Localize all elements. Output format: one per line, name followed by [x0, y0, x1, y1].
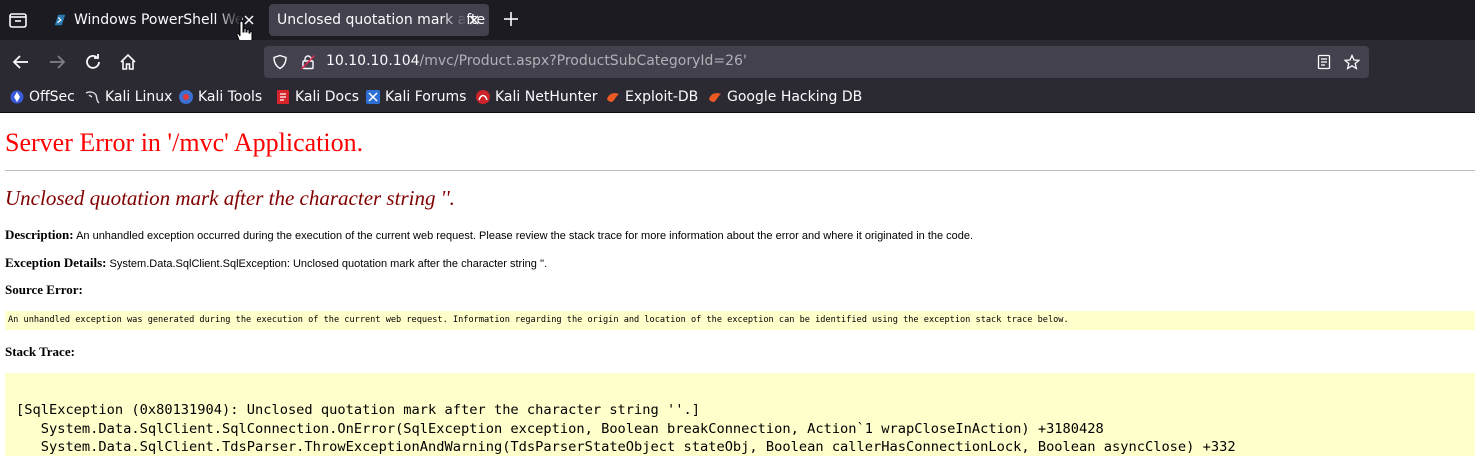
description-label: Description: — [5, 227, 74, 242]
exception-label: Exception Details: — [5, 255, 107, 270]
bookmark-kali-nethunter[interactable]: Kali NetHunter — [475, 89, 597, 105]
description-text: An unhandled exception occurred during t… — [76, 230, 974, 242]
url-host: 10.10.10.104 — [326, 53, 420, 69]
bookmark-kali-docs[interactable]: Kali Docs — [275, 89, 359, 105]
exception-text: System.Data.SqlClient.SqlException: Uncl… — [109, 258, 548, 270]
kali-docs-icon — [277, 90, 289, 104]
close-tab-icon[interactable] — [467, 13, 481, 27]
bookmark-exploit-db[interactable]: Exploit-DB — [605, 89, 698, 105]
exception-details-line: Exception Details: System.Data.SqlClient… — [5, 255, 547, 271]
tab-powershell[interactable]: Windows PowerShell We — [42, 4, 264, 36]
exploitdb-icon — [607, 93, 619, 102]
bookmark-star-icon[interactable] — [1344, 54, 1360, 70]
bookmark-offsec[interactable]: OffSec — [9, 89, 75, 105]
source-error-heading: Source Error: — [5, 282, 83, 298]
bookmark-kali-tools[interactable]: Kali Tools — [178, 89, 262, 105]
bookmark-google-hacking-db[interactable]: Google Hacking DB — [707, 89, 862, 105]
error-title: Unclosed quotation mark after the charac… — [5, 186, 455, 210]
bookmark-kali-forums[interactable]: Kali Forums — [365, 89, 466, 105]
source-error-label: Source Error: — [5, 282, 83, 297]
ghdb-icon — [709, 93, 721, 102]
kali-forums-icon — [366, 90, 380, 104]
kali-dragon-icon — [85, 91, 100, 104]
stack-trace-label: Stack Trace: — [5, 344, 75, 359]
bookmark-label: Kali Linux — [105, 89, 173, 105]
offsec-icon — [10, 90, 24, 104]
bookmarks-toolbar: OffSec Kali Linux Kali Tools Kali Docs K… — [0, 84, 1475, 113]
bookmark-label: Google Hacking DB — [727, 89, 863, 105]
tab-bar: Windows PowerShell We Unclosed quotation… — [0, 0, 1475, 45]
url-bar[interactable]: 10.10.10.104/mvc/Product.aspx?ProductSub… — [264, 46, 1369, 78]
bookmark-kali-linux[interactable]: Kali Linux — [85, 89, 172, 105]
nethunter-icon — [476, 90, 490, 104]
bookmark-label: OffSec — [29, 89, 75, 105]
description-line: Description: An unhandled exception occu… — [5, 227, 973, 243]
reader-view-icon[interactable] — [1316, 54, 1332, 70]
source-error-text: An unhandled exception was generated dur… — [8, 315, 1069, 325]
bookmark-label: Kali NetHunter — [495, 89, 598, 105]
bookmark-label: Kali Forums — [385, 89, 467, 105]
url-text[interactable]: 10.10.10.104/mvc/Product.aspx?ProductSub… — [326, 53, 747, 69]
forward-arrow-icon[interactable] — [47, 52, 67, 72]
bookmark-label: Exploit-DB — [625, 89, 699, 105]
new-tab-icon[interactable] — [502, 10, 520, 28]
back-arrow-icon[interactable] — [11, 52, 31, 72]
stack-trace-heading: Stack Trace: — [5, 344, 75, 360]
url-path: /mvc/Product.aspx?ProductSubCategoryId=2… — [419, 53, 747, 69]
home-icon[interactable] — [118, 52, 138, 72]
source-error-box: An unhandled exception was generated dur… — [5, 311, 1475, 330]
insecure-lock-icon[interactable] — [300, 54, 316, 70]
navigation-toolbar: 10.10.10.104/mvc/Product.aspx?ProductSub… — [0, 40, 1475, 84]
page-content: Server Error in '/mvc' Application. Uncl… — [0, 114, 1475, 456]
tab-list-icon[interactable] — [6, 8, 30, 32]
kali-tools-icon — [179, 90, 193, 104]
tab-sql-error[interactable]: Unclosed quotation mark afte — [269, 4, 489, 36]
divider — [5, 170, 1475, 171]
reload-icon[interactable] — [83, 52, 103, 72]
stack-trace-line: System.Data.SqlClient.TdsParser.ThrowExc… — [16, 439, 1236, 455]
tracking-shield-icon[interactable] — [272, 54, 288, 70]
stack-trace-box: [SqlException (0x80131904): Unclosed quo… — [5, 373, 1475, 456]
stack-trace-line: [SqlException (0x80131904): Unclosed quo… — [16, 402, 700, 418]
bookmark-label: Kali Docs — [295, 89, 360, 105]
powershell-favicon-icon — [54, 14, 66, 26]
bookmark-label: Kali Tools — [198, 89, 263, 105]
page-title: Server Error in '/mvc' Application. — [5, 128, 364, 157]
stack-trace-line: System.Data.SqlClient.SqlConnection.OnEr… — [16, 421, 1104, 437]
